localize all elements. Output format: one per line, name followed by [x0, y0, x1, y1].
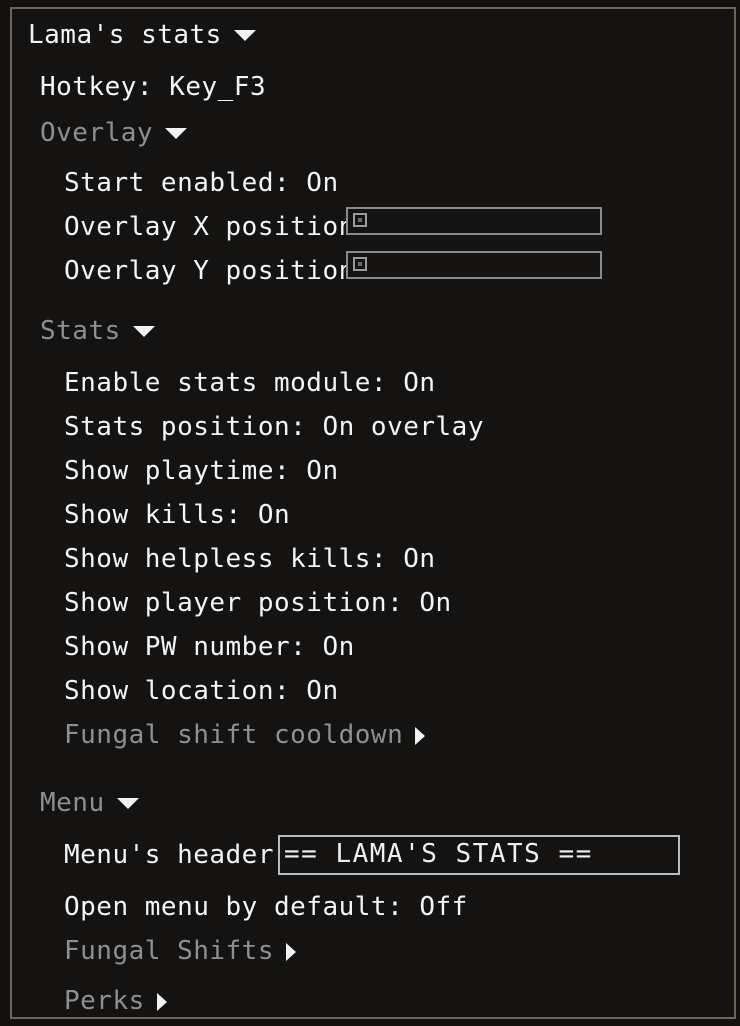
fungal-shift-cooldown-label: Fungal shift cooldown [64, 720, 404, 750]
overlay-x-label: Overlay X position [64, 212, 355, 242]
perks-toggle[interactable]: Perks [64, 983, 167, 1017]
stats-position-setting[interactable]: Stats position: On overlay [64, 409, 484, 445]
panel-title-toggle[interactable]: Lama's stats [28, 17, 256, 53]
fungal-shifts-label: Fungal Shifts [64, 936, 274, 966]
show-kills-setting[interactable]: Show kills: On [64, 497, 290, 533]
stats-section-toggle[interactable]: Stats [40, 313, 155, 349]
show-player-position-setting[interactable]: Show player position: On [64, 585, 452, 621]
panel-title: Lama's stats [28, 20, 222, 50]
triangle-right-icon [286, 942, 296, 961]
stats-section-title: Stats [40, 316, 121, 346]
triangle-down-icon [116, 798, 139, 809]
lamas-stats-panel: Lama's stats Hotkey: Key_F3 Overlay Star… [10, 7, 736, 1019]
menu-header-label: Menu's header [64, 840, 274, 870]
overlay-x-slider-handle[interactable] [353, 213, 367, 227]
menu-section-title: Menu [40, 788, 105, 818]
overlay-x-slider[interactable] [346, 207, 602, 235]
start-enabled-setting[interactable]: Start enabled: On [64, 165, 339, 201]
fungal-shift-cooldown-toggle[interactable]: Fungal shift cooldown [64, 717, 426, 753]
hotkey-setting[interactable]: Hotkey: Key_F3 [40, 69, 266, 105]
perks-label: Perks [64, 986, 145, 1016]
triangle-down-icon [165, 128, 188, 139]
menu-section-toggle[interactable]: Menu [40, 785, 139, 821]
overlay-section-toggle[interactable]: Overlay [40, 115, 188, 151]
enable-stats-module-setting[interactable]: Enable stats module: On [64, 365, 436, 401]
show-location-setting[interactable]: Show location: On [64, 673, 339, 709]
overlay-y-slider-handle[interactable] [353, 257, 367, 271]
triangle-down-icon [132, 326, 155, 337]
menu-header-input[interactable]: == LAMA'S STATS == [278, 835, 680, 875]
triangle-right-icon [156, 992, 167, 1011]
show-playtime-setting[interactable]: Show playtime: On [64, 453, 339, 489]
triangle-right-icon [415, 726, 426, 745]
overlay-y-slider[interactable] [346, 251, 602, 279]
fungal-shifts-toggle[interactable]: Fungal Shifts [64, 933, 296, 969]
show-pw-number-setting[interactable]: Show PW number: On [64, 629, 355, 665]
overlay-y-label: Overlay Y position [64, 256, 355, 286]
triangle-down-icon [233, 30, 256, 41]
show-helpless-kills-setting[interactable]: Show helpless kills: On [64, 541, 436, 577]
open-menu-default-setting[interactable]: Open menu by default: Off [64, 889, 468, 925]
overlay-section-title: Overlay [40, 118, 154, 148]
